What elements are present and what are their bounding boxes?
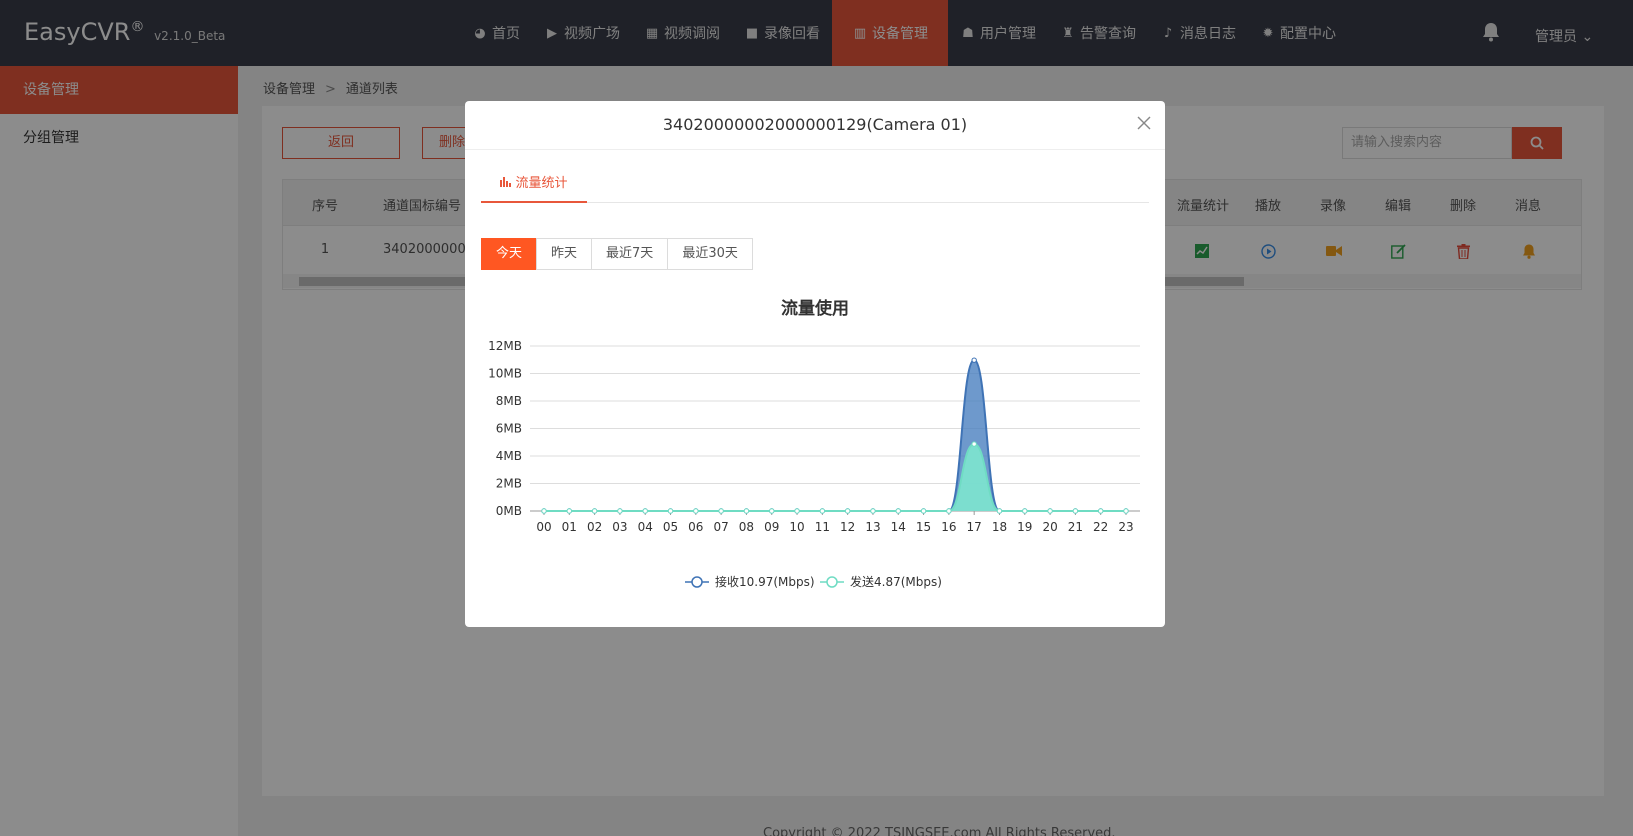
data-point [566, 508, 573, 514]
series-line-0 [543, 359, 1126, 512]
data-point [769, 508, 775, 514]
data-point [718, 508, 724, 514]
x-tick-label: 20 [1042, 520, 1057, 534]
bar-chart-icon [500, 173, 512, 195]
data-point [946, 508, 952, 514]
data-point [1123, 508, 1129, 514]
y-tick-label: 4MB [496, 449, 522, 463]
data-point [794, 508, 800, 514]
traffic-stats-modal: 34020000002000000129(Camera 01) 流量统计 今天 … [465, 101, 1165, 627]
traffic-area-chart: 0MB 2MB 4MB 6MB 8MB 10MB 12MB 00 01 02 03 04 05 06 07 0… [488, 339, 1140, 589]
y-tick-label: 6MB [496, 422, 522, 436]
tab-traffic-stats[interactable]: 流量统计 [481, 173, 587, 203]
x-tick-label: 14 [891, 520, 906, 534]
series-area-0 [544, 360, 1126, 511]
legend-label: 接收10.97(Mbps) [715, 574, 815, 589]
x-tick-label: 21 [1068, 520, 1083, 534]
data-point [844, 508, 851, 514]
data-point [667, 508, 674, 514]
data-point [1072, 508, 1079, 514]
x-tick-label: 22 [1093, 520, 1108, 534]
legend-label: 发送4.87(Mbps) [850, 574, 942, 589]
x-tick-label: 01 [562, 520, 577, 534]
chart-title: 流量使用 [781, 299, 849, 319]
series-area-1 [544, 444, 1126, 511]
x-tick-label: 08 [739, 520, 754, 534]
data-point [819, 508, 826, 514]
data-point [743, 508, 750, 514]
data-point [617, 508, 623, 514]
y-tick-label: 0MB [496, 504, 522, 518]
modal-title: 34020000002000000129(Camera 01) [662, 115, 968, 134]
range-yesterday-button[interactable]: 昨天 [536, 238, 593, 270]
x-tick-label: 12 [840, 520, 855, 534]
data-point [1047, 508, 1053, 514]
series-line-1 [543, 443, 1126, 512]
data-point [971, 357, 977, 363]
x-tick-label: 02 [587, 520, 602, 534]
modal-header: 34020000002000000129(Camera 01) [465, 101, 1165, 150]
x-tick-label: 03 [612, 520, 627, 534]
modal-tabs: 流量统计 [481, 173, 1149, 203]
x-tick-label: 17 [967, 520, 982, 534]
x-tick-label: 13 [865, 520, 880, 534]
close-icon[interactable] [1137, 113, 1151, 133]
data-point [1022, 508, 1028, 514]
x-tick-label: 06 [688, 520, 703, 534]
x-tick-label: 09 [764, 520, 779, 534]
x-tick-label: 07 [713, 520, 728, 534]
x-tick-label: 15 [916, 520, 931, 534]
data-point [895, 508, 901, 514]
y-tick-label: 10MB [488, 367, 522, 381]
x-tick-label: 18 [992, 520, 1007, 534]
data-point [693, 508, 699, 514]
tab-label: 流量统计 [515, 176, 568, 191]
range-today-button[interactable]: 今天 [481, 238, 538, 270]
data-point [971, 441, 977, 447]
x-tick-label: 04 [638, 520, 653, 534]
data-point [870, 508, 876, 514]
data-point [920, 508, 927, 514]
data-point [996, 508, 1003, 514]
y-tick-label: 8MB [496, 394, 522, 408]
x-tick-label: 16 [941, 520, 956, 534]
range-last7days-button[interactable]: 最近7天 [591, 238, 669, 270]
data-point [642, 508, 648, 514]
x-tick-label: 05 [663, 520, 678, 534]
time-range-selector: 今天 昨天 最近7天 最近30天 [481, 238, 753, 270]
x-tick-label: 10 [789, 520, 804, 534]
data-point [1097, 508, 1104, 514]
x-tick-label: 00 [536, 520, 551, 534]
data-point [541, 508, 547, 514]
range-last30days-button[interactable]: 最近30天 [667, 238, 753, 270]
y-tick-label: 2MB [496, 477, 522, 491]
legend-marker [691, 576, 703, 588]
data-point [591, 508, 598, 514]
x-tick-label: 19 [1017, 520, 1032, 534]
x-tick-label: 11 [815, 520, 830, 534]
x-tick-label: 23 [1118, 520, 1133, 534]
legend-marker [826, 576, 838, 588]
y-tick-label: 12MB [488, 339, 522, 353]
